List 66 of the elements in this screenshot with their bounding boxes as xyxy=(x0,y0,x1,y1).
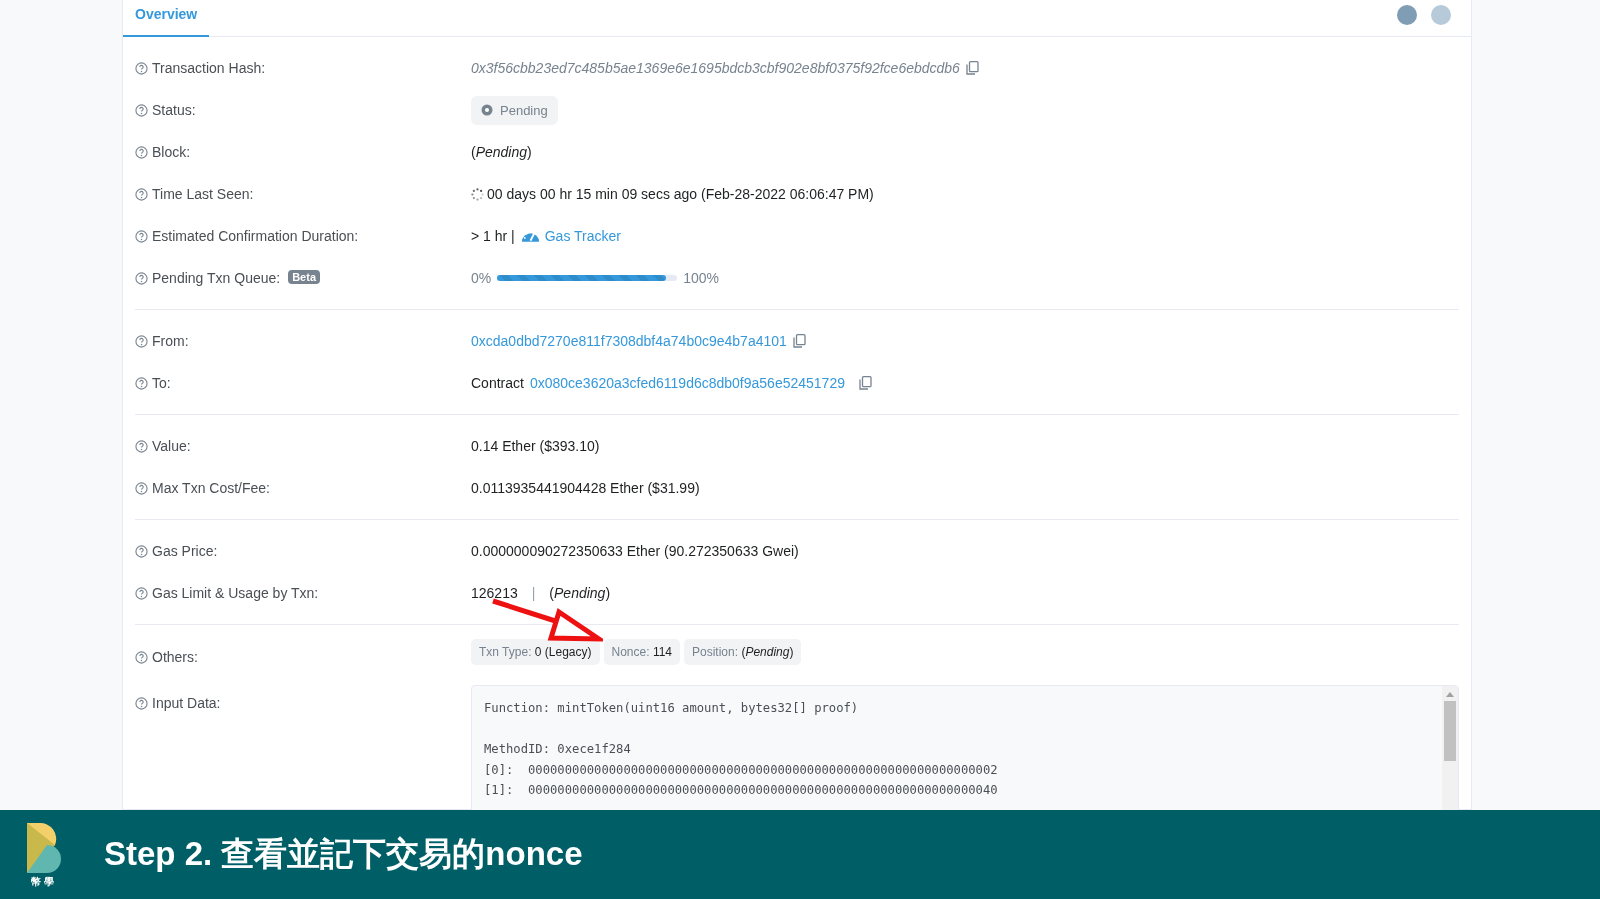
transaction-hash: 0x3f56cbb23ed7c485b5ae1369e6e1695bdcb3cbf902e8bf0375f92fce6ebdcdb6 xyxy=(471,60,960,76)
help-icon xyxy=(135,229,148,243)
help-icon xyxy=(135,334,148,348)
help-icon xyxy=(135,271,148,285)
code-line: MethodID: 0xece1f284 xyxy=(484,741,632,758)
field-value: (Pending) xyxy=(471,144,532,160)
help-icon xyxy=(135,586,148,600)
progress-label: 0% xyxy=(471,270,492,286)
help-icon xyxy=(135,650,148,664)
help-icon xyxy=(135,696,148,710)
field-label: Gas Limit & Usage by Txn: xyxy=(152,585,319,601)
field-value: 0.000000090272350633 Ether (90.272350633 Gwei) xyxy=(471,543,799,559)
field-label: Estimated Confirmation Duration: xyxy=(152,228,359,244)
field-value: > 1 hr | xyxy=(471,228,515,244)
spinner-icon xyxy=(471,187,484,201)
help-icon xyxy=(135,61,148,75)
logo-icon xyxy=(25,820,63,873)
help-icon xyxy=(135,481,148,495)
copy-icon[interactable] xyxy=(792,334,806,348)
tab[interactable]: Overview xyxy=(123,0,210,37)
code-line: Function: mintToken(uint16 amount, bytes32[] proof) xyxy=(484,700,860,717)
field-label: Value: xyxy=(152,438,191,454)
help-icon xyxy=(135,187,148,201)
field-label: From: xyxy=(152,333,189,349)
gas-limit: 126213 xyxy=(471,585,518,601)
address-type: Contract xyxy=(471,375,524,391)
progress-label: 100% xyxy=(683,270,720,286)
field-label: Pending Txn Queue: xyxy=(152,270,281,286)
address-link[interactable]: 0x080ce3620a3cfed6119d6c8db0f9a56e52451729 xyxy=(529,375,845,391)
dot-icon xyxy=(1431,5,1451,25)
field-label: To: xyxy=(152,375,171,391)
copy-icon[interactable] xyxy=(858,376,872,390)
clock-icon xyxy=(481,104,493,116)
field-value: 00 days 00 hr 15 min 09 secs ago (Feb-28-2022 06:06:47 PM) xyxy=(487,186,874,202)
field-label: Others: xyxy=(152,649,198,665)
info-tag: Txn Type: 0 (Legacy) xyxy=(471,639,600,665)
code-line: [1]: 0000000000000000000000000000000000000000000000000000000000000040 xyxy=(484,782,999,799)
field-label: Gas Price: xyxy=(152,543,218,559)
help-icon xyxy=(135,439,148,453)
gas-usage: (Pending) xyxy=(549,585,611,601)
info-tag: Position: (Pending) xyxy=(684,639,802,665)
help-icon xyxy=(135,103,148,117)
info-tag: Nonce: 114 xyxy=(603,639,680,665)
field-label: Transaction Hash: xyxy=(152,60,266,76)
help-icon xyxy=(135,145,148,159)
code-line: [0]: 0000000000000000000000000000000000000000000000000000000000000002 xyxy=(484,761,999,779)
help-icon xyxy=(135,544,148,558)
separator: | xyxy=(531,585,536,601)
scroll-up-icon[interactable] xyxy=(1446,691,1454,697)
scrollbar-thumb[interactable] xyxy=(1444,701,1456,761)
address-link[interactable]: 0xcda0dbd7270e811f7308dbf4a74b0c9e4b7a4101 xyxy=(471,333,787,349)
field-label: Status: xyxy=(152,102,196,118)
beta-badge: Beta xyxy=(288,270,320,284)
copy-icon[interactable] xyxy=(965,61,979,75)
field-value: 0.14 Ether ($393.10) xyxy=(471,438,600,454)
field-value: 0.0113935441904428 Ether ($31.99) xyxy=(471,480,700,496)
field-label: Max Txn Cost/Fee: xyxy=(152,480,270,496)
field-label: Time Last Seen: xyxy=(152,186,254,202)
status-badge: Pending xyxy=(471,95,558,125)
dot-icon xyxy=(1397,5,1417,25)
help-icon xyxy=(135,376,148,390)
field-label: Input Data: xyxy=(152,695,221,711)
logo-text: 幣學 xyxy=(31,874,57,889)
caption-title: Step 2. 查看並記下交易的nonce xyxy=(104,834,583,874)
field-label: Block: xyxy=(152,144,191,160)
gas-tracker-link[interactable]: Gas Tracker xyxy=(520,228,621,244)
